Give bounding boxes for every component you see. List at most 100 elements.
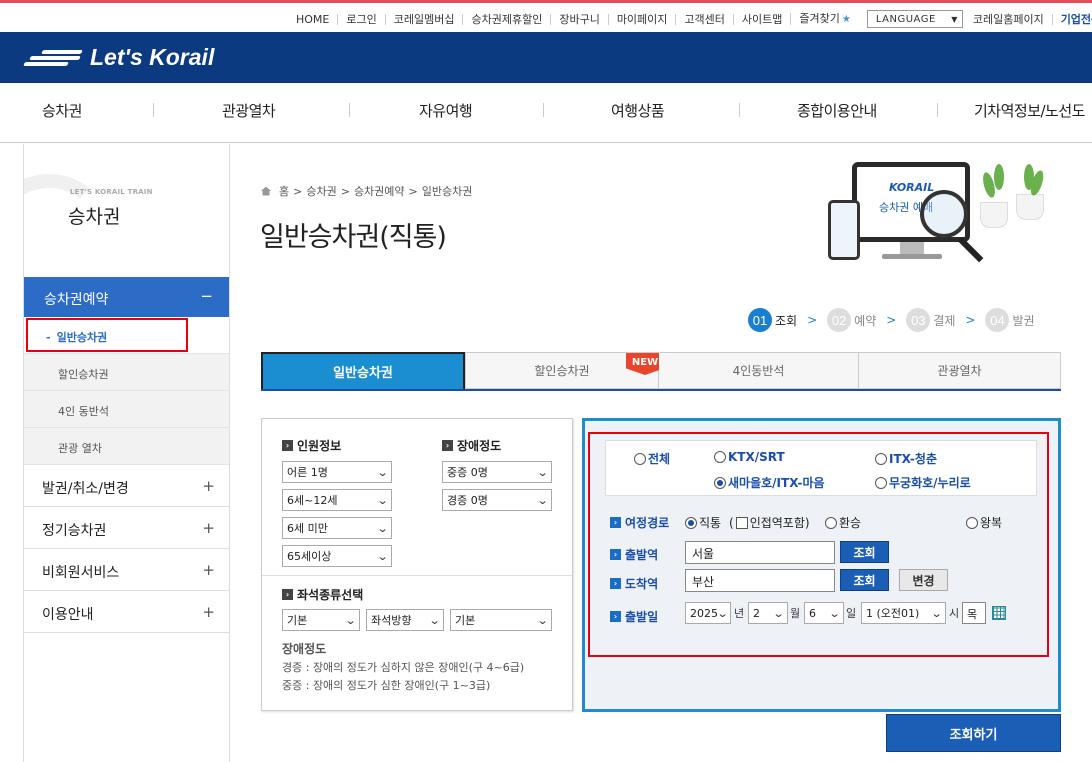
utility-bar: HOME 로그인 코레일멤버십 승차권제휴할인 장바구니 마이페이지 고객센터 … [0, 0, 1092, 32]
sidebar-item-label: 비회원서비스 [42, 565, 120, 581]
sidebar-item-issue-cancel[interactable]: 발권/취소/변경 + [24, 465, 229, 507]
plus-icon: + [202, 519, 215, 537]
logo-mark-icon [23, 47, 86, 69]
magnifier-icon [920, 190, 968, 238]
plus-icon: + [202, 603, 215, 621]
tab-discount-ticket[interactable]: 할인승차권 NEW [465, 352, 664, 389]
infant-count-select[interactable]: 6세 미만 ⌄ [282, 517, 392, 539]
chevron-down-icon: ⌄ [376, 465, 389, 479]
language-select[interactable]: LANGUAGE ▼ [866, 10, 963, 28]
tab-tour-train[interactable]: 관광열차 [859, 352, 1061, 389]
gnb-divider [739, 103, 740, 117]
gnb-divider [349, 103, 350, 117]
gnb-ticket[interactable]: 승차권 [42, 100, 82, 121]
util-link-cart[interactable]: 장바구니 [550, 13, 607, 25]
breadcrumb-current: 일반승차권 [421, 185, 473, 198]
monitor-base-graphic [882, 254, 942, 259]
util-link-korail-home[interactable]: 코레일홈페이지 [973, 14, 1052, 25]
seat-extra-select[interactable]: 기본 ⌄ [450, 609, 552, 631]
util-link-favorites[interactable]: 즐겨찾기 ★ [790, 13, 858, 25]
step-label: 예약 [854, 313, 877, 328]
chevron-down-icon: ⌄ [376, 549, 389, 563]
select-value: 6세~12세 [287, 494, 338, 507]
sidebar-item-guest-service[interactable]: 비회원서비스 + [24, 549, 229, 591]
chevron-right-icon: > [807, 313, 818, 327]
passenger-section-title: › 인원정보 [282, 437, 341, 454]
tab-general-ticket[interactable]: 일반승차권 [261, 352, 465, 389]
sidebar-item-season-ticket[interactable]: 정기승차권 + [24, 507, 229, 549]
gnb-station-info[interactable]: 기차역정보/노선도 [974, 100, 1085, 121]
sidebar-title: 승차권 [68, 206, 121, 228]
select-value: 경증 0명 [447, 494, 488, 507]
util-link-customer-center[interactable]: 고객센터 [675, 13, 732, 25]
chevron-down-icon: ⌄ [536, 493, 549, 507]
magnifier-handle-graphic [957, 236, 984, 263]
home-icon[interactable] [261, 186, 271, 196]
disability-title: 장애정도 [457, 439, 502, 453]
util-link-mypage[interactable]: 마이페이지 [607, 13, 676, 25]
bullet-icon: › [442, 440, 453, 451]
step-number: 04 [985, 308, 1010, 332]
sidebar-item-label: 발권/취소/변경 [42, 481, 129, 497]
chevron-down-icon: ⌄ [376, 493, 389, 507]
minus-icon: − [200, 287, 213, 305]
seat-section-title: › 좌석종류선택 [282, 586, 363, 603]
util-link-partner-discount[interactable]: 승차권제휴할인 [462, 13, 550, 25]
seat-direction-select[interactable]: 좌석방향 ⌄ [366, 609, 444, 631]
sidebar-brand-small: LET'S KORAIL TRAIN [70, 188, 153, 196]
note-mild: 경증 : 장애의 정도가 심하지 않은 장애인(구 4~6급) [282, 661, 525, 674]
leaf-graphic [994, 164, 1004, 190]
illus-korail-logo: KORAIL [889, 181, 935, 194]
sidebar-brand: LET'S KORAIL TRAIN 승차권 [24, 144, 229, 276]
ticket-tabs: 일반승차권 할인승차권 NEW 4인동반석 관광열차 [261, 352, 1061, 391]
util-link-corporate[interactable]: 기업전용 [1051, 13, 1092, 25]
sidebar-item-label: 정기승차권 [42, 523, 107, 539]
adult-count-select[interactable]: 어른 1명 ⌄ [282, 461, 392, 483]
breadcrumb-reservation[interactable]: 승차권예약 [354, 183, 405, 199]
breadcrumb-separator: > [340, 184, 350, 198]
select-value: 기본 [287, 614, 308, 627]
util-link-login[interactable]: 로그인 [337, 13, 384, 25]
util-link-sitemap[interactable]: 사이트맵 [732, 13, 790, 25]
step-label: 조회 [775, 313, 798, 328]
breadcrumb-separator: > [408, 184, 418, 198]
breadcrumb-home[interactable]: 홈 [279, 183, 289, 199]
sidebar: LET'S KORAIL TRAIN 승차권 승차권예약 − - 일반승차권 할인… [23, 144, 230, 762]
site-header: Let's Korail [0, 32, 1092, 83]
chevron-down-icon: ⌄ [428, 613, 441, 627]
gnb-divider [153, 103, 154, 117]
chevron-down-icon: ⌄ [344, 613, 357, 627]
reservation-illustration: KORAIL 승차권 예매 [820, 150, 1060, 275]
severe-disability-select[interactable]: 중증 0명 ⌄ [442, 461, 552, 483]
sidebar-item-ticket-reservation[interactable]: 승차권예약 − [24, 277, 229, 317]
passenger-title: 인원정보 [297, 439, 342, 453]
seat-type-select[interactable]: 기본 ⌄ [282, 609, 360, 631]
chevron-right-icon: > [886, 313, 897, 327]
gnb-free-travel[interactable]: 자유여행 [419, 100, 473, 121]
chevron-right-icon: > [965, 313, 976, 327]
util-link-home[interactable]: HOME [296, 14, 337, 25]
bullet-icon: › [282, 589, 293, 600]
select-value: 어른 1명 [287, 466, 328, 479]
gnb-guide[interactable]: 종합이용안내 [797, 100, 877, 121]
sidebar-sub-tour-train[interactable]: 관광 열차 [24, 428, 229, 465]
search-submit-button[interactable]: 조회하기 [886, 714, 1061, 752]
note-title: 장애정도 [282, 642, 327, 656]
step-number: 02 [827, 308, 852, 332]
chevron-down-icon: ⌄ [536, 465, 549, 479]
mild-disability-select[interactable]: 경증 0명 ⌄ [442, 489, 552, 511]
breadcrumb-ticket[interactable]: 승차권 [306, 183, 336, 199]
util-link-membership[interactable]: 코레일멤버십 [384, 13, 463, 25]
select-value: 65세이상 [287, 550, 332, 563]
child-count-select[interactable]: 6세~12세 ⌄ [282, 489, 392, 511]
gnb-travel-products[interactable]: 여행상품 [611, 100, 665, 121]
tab-four-seat[interactable]: 4인동반석 [659, 352, 859, 389]
sidebar-item-usage-guide[interactable]: 이용안내 + [24, 591, 229, 633]
korail-logo[interactable]: Let's Korail [23, 44, 214, 71]
sidebar-sub-discount-ticket[interactable]: 할인승차권 [24, 354, 229, 391]
sidebar-sub-four-seat[interactable]: 4인 동반석 [24, 391, 229, 428]
senior-count-select[interactable]: 65세이상 ⌄ [282, 545, 392, 567]
sidebar-item-label: 승차권예약 [44, 292, 109, 308]
gnb-tour-train[interactable]: 관광열차 [222, 100, 276, 121]
phone-graphic [828, 200, 860, 260]
